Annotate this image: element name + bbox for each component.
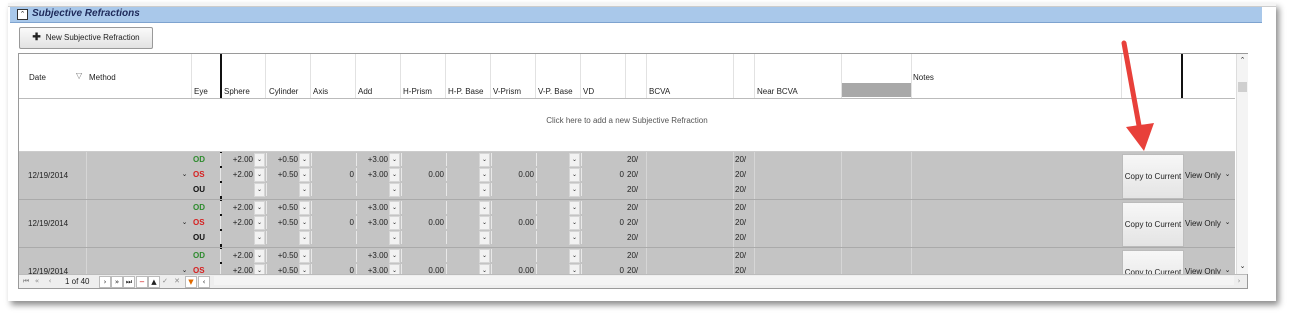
subjective-refractions-panel: ⌃ Subjective Refractions ✚ New Subjective…	[8, 3, 1276, 301]
arrow-head	[1126, 123, 1154, 151]
arrow-shaft	[1121, 40, 1143, 134]
red-arrow	[1121, 40, 1154, 151]
